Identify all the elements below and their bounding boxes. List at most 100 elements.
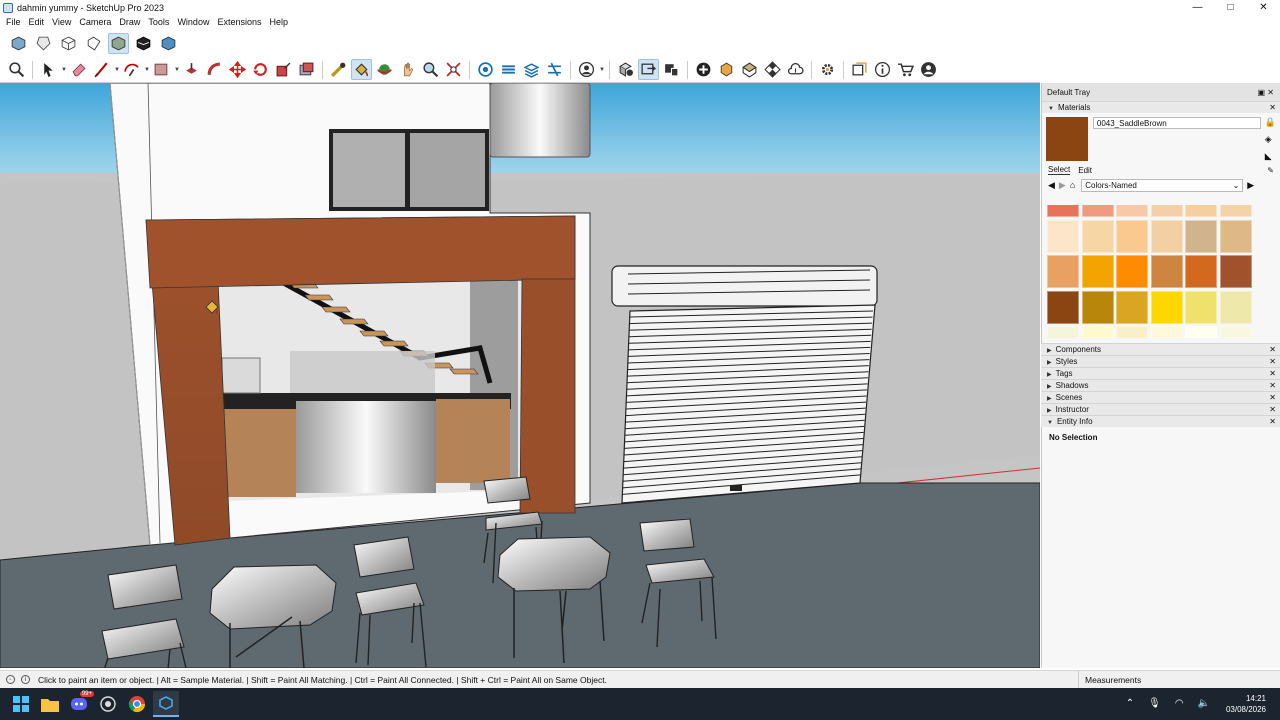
- material-swatch[interactable]: [1081, 290, 1114, 324]
- line-tool-icon[interactable]: [91, 59, 112, 80]
- details-arrow-icon[interactable]: ▶: [1247, 180, 1254, 191]
- material-swatch[interactable]: [1116, 290, 1149, 324]
- offset-tool-icon[interactable]: [296, 59, 317, 80]
- menu-extensions[interactable]: Extensions: [213, 17, 265, 27]
- material-swatch[interactable]: [1185, 255, 1218, 289]
- close-button[interactable]: ✕: [1247, 0, 1280, 15]
- tab-select[interactable]: Select: [1048, 165, 1071, 175]
- trimble-connect-icon[interactable]: [638, 59, 659, 80]
- menu-tools[interactable]: Tools: [144, 17, 173, 27]
- menu-view[interactable]: View: [48, 17, 75, 27]
- chevron-down-icon[interactable]: ▼: [61, 67, 67, 73]
- material-swatch[interactable]: [1081, 219, 1114, 253]
- cloud-icon[interactable]: [785, 59, 806, 80]
- instructor-icon[interactable]: [872, 59, 893, 80]
- clock[interactable]: 14:21 03/08/2026: [1226, 693, 1266, 715]
- close-panel-icon[interactable]: ✕: [1269, 345, 1276, 354]
- chevron-down-icon[interactable]: ▼: [144, 67, 150, 73]
- tray-toggle-icon[interactable]: [849, 59, 870, 80]
- account-icon[interactable]: [576, 59, 597, 80]
- github-icon[interactable]: [95, 691, 121, 717]
- speaker-icon[interactable]: 🔈: [1198, 698, 1210, 709]
- windows-start-icon[interactable]: [8, 691, 34, 717]
- lock-icon[interactable]: 🔒: [1265, 117, 1276, 128]
- monochrome-style-icon[interactable]: [158, 33, 179, 54]
- material-swatch[interactable]: [1219, 219, 1252, 253]
- xray-style-icon[interactable]: [8, 33, 29, 54]
- forward-arrow-icon[interactable]: ▶: [1059, 180, 1066, 191]
- material-swatch[interactable]: [1219, 255, 1252, 289]
- menu-file[interactable]: File: [2, 17, 25, 27]
- measurements-box[interactable]: Measurements: [1078, 671, 1280, 689]
- panel-instructor[interactable]: ▶ Instructor ✕: [1041, 403, 1280, 415]
- extension-manager-icon[interactable]: [544, 59, 565, 80]
- material-swatch[interactable]: [1150, 205, 1183, 217]
- microphone-icon[interactable]: 🎙: [1148, 698, 1161, 709]
- sketchup-taskbar-icon[interactable]: [153, 691, 179, 717]
- material-swatch[interactable]: [1219, 290, 1252, 324]
- tray-pin-icon[interactable]: ▣ ✕: [1258, 88, 1274, 97]
- material-swatch[interactable]: [1116, 205, 1149, 217]
- sandbox-icon[interactable]: [739, 59, 760, 80]
- follow-me-tool-icon[interactable]: [204, 59, 225, 80]
- back-edges-style-icon[interactable]: [33, 33, 54, 54]
- layers-icon[interactable]: [521, 59, 542, 80]
- material-swatch[interactable]: [1081, 326, 1114, 338]
- close-panel-icon[interactable]: ✕: [1269, 393, 1276, 402]
- section-plane-icon[interactable]: [661, 59, 682, 80]
- material-swatch[interactable]: [1047, 255, 1079, 289]
- panel-shadows[interactable]: ▶ Shadows ✕: [1041, 379, 1280, 391]
- cart-icon[interactable]: [895, 59, 916, 80]
- zoom-extents-tool-icon[interactable]: [443, 59, 464, 80]
- chevron-down-icon[interactable]: ▼: [174, 67, 180, 73]
- zoom-tool-icon[interactable]: [420, 59, 441, 80]
- file-explorer-icon[interactable]: [37, 691, 63, 717]
- styles-checker-icon[interactable]: [762, 59, 783, 80]
- rotate-tool-icon[interactable]: [250, 59, 271, 80]
- model-viewport[interactable]: [0, 83, 1040, 668]
- discord-icon[interactable]: 99+: [66, 691, 94, 717]
- eraser-tool-icon[interactable]: [68, 59, 89, 80]
- add-location-icon[interactable]: [693, 59, 714, 80]
- select-tool-icon[interactable]: [38, 59, 59, 80]
- chrome-icon[interactable]: [124, 691, 150, 717]
- close-panel-icon[interactable]: ✕: [1269, 381, 1276, 390]
- shaded-with-textures-icon[interactable]: [133, 33, 154, 54]
- push-pull-tool-icon[interactable]: [181, 59, 202, 80]
- library-select[interactable]: Colors-Named ⌄: [1081, 178, 1244, 192]
- orbit-tool-icon[interactable]: [374, 59, 395, 80]
- home-icon[interactable]: ⌂: [1070, 180, 1075, 190]
- material-swatch[interactable]: [1116, 255, 1149, 289]
- panel-components[interactable]: ▶ Components ✕: [1041, 343, 1280, 355]
- menu-draw[interactable]: Draw: [115, 17, 144, 27]
- create-material-icon[interactable]: ◈: [1265, 134, 1276, 145]
- close-panel-icon[interactable]: ✕: [1269, 417, 1276, 426]
- close-panel-icon[interactable]: ✕: [1269, 357, 1276, 366]
- scale-tool-icon[interactable]: [273, 59, 294, 80]
- paint-bucket-tool-icon[interactable]: [351, 59, 372, 80]
- materials-panel-header[interactable]: ▼ Materials ✕: [1042, 101, 1280, 113]
- hidden-line-style-icon[interactable]: [83, 33, 104, 54]
- material-swatch[interactable]: [1150, 219, 1183, 253]
- tab-edit[interactable]: Edit: [1078, 166, 1092, 175]
- chevron-up-icon[interactable]: ⌃: [1126, 698, 1134, 709]
- menu-window[interactable]: Window: [173, 17, 213, 27]
- material-swatch[interactable]: [1047, 290, 1079, 324]
- rectangle-tool-icon[interactable]: [151, 59, 172, 80]
- material-swatch[interactable]: [1116, 326, 1149, 338]
- menu-edit[interactable]: Edit: [25, 17, 49, 27]
- material-name-field[interactable]: 0043_SaddleBrown: [1092, 117, 1261, 129]
- material-swatch[interactable]: [1081, 255, 1114, 289]
- profile-icon[interactable]: [918, 59, 939, 80]
- extension-warehouse-icon[interactable]: [498, 59, 519, 80]
- material-swatch[interactable]: [1150, 290, 1183, 324]
- panel-scenes[interactable]: ▶ Scenes ✕: [1041, 391, 1280, 403]
- menu-camera[interactable]: Camera: [75, 17, 115, 27]
- tape-measure-tool-icon[interactable]: [328, 59, 349, 80]
- geo-location-status-icon[interactable]: ◦: [6, 675, 15, 684]
- material-swatch[interactable]: [1150, 255, 1183, 289]
- material-swatch[interactable]: [1185, 290, 1218, 324]
- material-swatch[interactable]: [1047, 219, 1079, 253]
- back-arrow-icon[interactable]: ◀: [1048, 180, 1055, 191]
- scene-canvas[interactable]: [0, 83, 1040, 668]
